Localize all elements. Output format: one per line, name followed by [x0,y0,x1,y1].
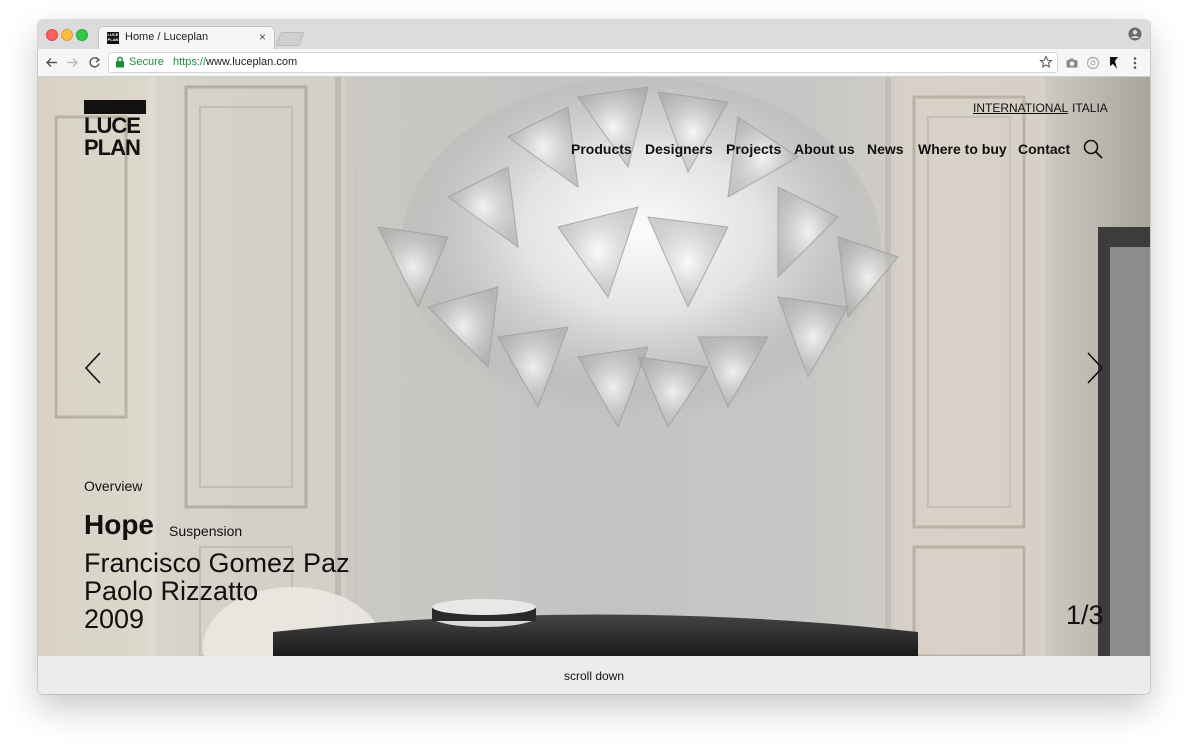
extension-icon[interactable] [1086,56,1100,70]
url-scheme: https:// [173,56,207,68]
tab-home[interactable]: LUCE PLAN Home / Luceplan × [98,26,275,49]
hero-slider: LUCE PLAN INTERNATIONAL ITALIA Products … [38,77,1150,656]
scroll-down-bar[interactable]: scroll down [38,656,1150,694]
product-credits: Francisco Gomez Paz Paolo Rizzatto 2009 [84,549,350,633]
back-icon[interactable] [45,56,58,69]
nav-contact[interactable]: Contact [1018,141,1070,157]
lang-italia-link[interactable]: ITALIA [1072,101,1108,115]
address-bar[interactable]: Secure https://www.luceplan.com [108,52,1058,73]
tab-strip: LUCE PLAN Home / Luceplan × [38,20,1150,49]
luceplan-logo[interactable]: LUCE PLAN [84,100,146,162]
designer-1: Francisco Gomez Paz [84,548,350,578]
nav-products[interactable]: Products [571,141,632,157]
lang-international-link[interactable]: INTERNATIONAL [973,101,1068,115]
nav-news[interactable]: News [867,141,904,157]
product-type: Suspension [169,523,243,539]
logo-line1: LUCE [84,113,141,138]
lock-icon [116,56,124,68]
reload-icon[interactable] [88,56,101,69]
secure-label: Secure [129,56,164,68]
star-icon[interactable] [1039,55,1053,69]
logo-bar [84,100,146,114]
maximize-window-button[interactable] [76,29,88,41]
page-viewport: LUCE PLAN INTERNATIONAL ITALIA Products … [38,77,1150,694]
luceplan-favicon-icon: LUCE PLAN [107,32,119,44]
chevron-left-icon[interactable] [84,352,102,384]
tab-close-icon[interactable]: × [259,30,266,44]
logo-line2: PLAN [84,135,141,160]
product-year: 2009 [84,604,145,634]
nav-where-to-buy[interactable]: Where to buy [918,141,1007,157]
product-name[interactable]: Hope [84,509,154,541]
forward-icon[interactable] [66,56,79,69]
pointer-extension-icon[interactable] [1107,56,1121,70]
nav-projects[interactable]: Projects [726,141,781,157]
slide-counter: 1/3 [1066,600,1104,630]
close-window-button[interactable] [46,29,58,41]
nav-about-us[interactable]: About us [794,141,855,157]
url-text: https://www.luceplan.com [173,56,297,68]
camera-icon[interactable] [1065,56,1079,70]
profile-icon[interactable] [1128,27,1142,41]
browser-toolbar: Secure https://www.luceplan.com [38,49,1150,77]
scroll-down-label[interactable]: scroll down [38,669,1150,683]
minimize-window-button[interactable] [61,29,73,41]
browser-window: LUCE PLAN Home / Luceplan × Secure https… [38,20,1150,694]
designer-2: Paolo Rizzatto [84,576,259,606]
tab-title: Home / Luceplan [125,31,209,43]
overview-link[interactable]: Overview [84,478,142,494]
menu-dots-icon[interactable] [1128,56,1142,70]
new-tab-button[interactable] [275,32,305,46]
nav-designers[interactable]: Designers [645,141,713,157]
chevron-right-icon[interactable] [1086,352,1104,384]
search-icon[interactable] [1083,139,1103,159]
url-host: www.luceplan.com [206,56,298,68]
